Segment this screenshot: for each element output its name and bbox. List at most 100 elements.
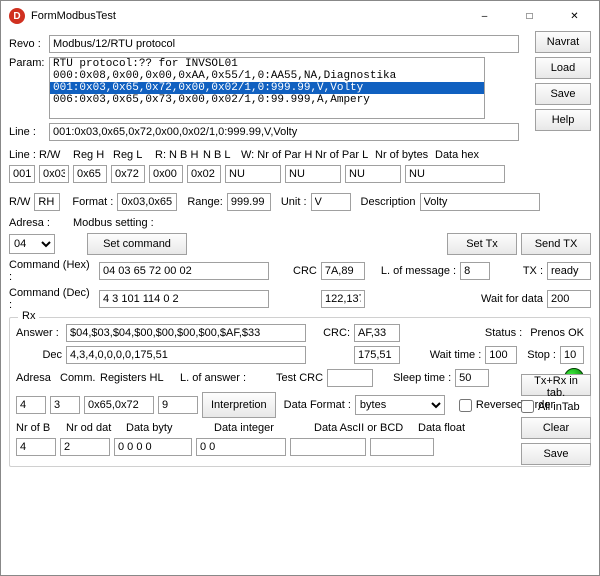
crc-label: CRC — [293, 265, 317, 277]
wait-for-data-input[interactable] — [547, 290, 591, 308]
hdr-regh: Reg H — [73, 149, 113, 161]
range-input[interactable] — [227, 193, 271, 211]
send-tx-button[interactable]: Send TX — [521, 233, 591, 255]
interpretion-button[interactable]: Interpretion — [202, 392, 276, 418]
ascii-label: Data AscII or BCD — [314, 422, 414, 434]
hdr-rw: R/W — [39, 149, 73, 161]
hdr-line: Line : — [9, 149, 39, 161]
minimize-button[interactable]: – — [462, 2, 507, 30]
app-window: D FormModbusTest – □ ✕ Navrat Load Save … — [0, 0, 600, 576]
app-icon: D — [9, 8, 25, 24]
format-input[interactable] — [117, 193, 177, 211]
bottom-button-column: Tx+Rx in tab. All inTab Clear Save — [521, 374, 591, 465]
testcrc-label: Test CRC — [276, 372, 323, 384]
waittime-label: Wait time : — [430, 349, 482, 361]
grid-regh[interactable] — [73, 165, 107, 183]
rx-crc2-input[interactable] — [354, 346, 400, 364]
rw-label: R/W — [9, 196, 30, 208]
reg-comm-label: Comm. — [60, 372, 96, 384]
int-input[interactable] — [196, 438, 286, 456]
answer-input[interactable] — [66, 324, 306, 342]
description-input[interactable] — [420, 193, 540, 211]
all-in-tab-label: All inTab — [538, 401, 580, 413]
adresa-select[interactable]: 04 — [9, 234, 55, 254]
set-tx-button[interactable]: Set Tx — [447, 233, 517, 255]
all-in-tab-input[interactable] — [521, 400, 534, 413]
adresa-label: Adresa : — [9, 217, 69, 229]
command-hex-label: Command (Hex) : — [9, 259, 95, 283]
waittime-input[interactable] — [485, 346, 517, 364]
format-label: Format : — [72, 196, 113, 208]
grid-nrb[interactable] — [345, 165, 401, 183]
revo-label: Revo : — [9, 38, 45, 50]
wait-for-data-label: Wait for data — [481, 293, 543, 305]
lmsg-input[interactable] — [460, 262, 490, 280]
modbus-setting-label: Modbus setting : — [73, 217, 154, 229]
grid-wparl[interactable] — [285, 165, 341, 183]
grid-regl[interactable] — [111, 165, 145, 183]
crc-input[interactable] — [321, 262, 365, 280]
grid-nbh[interactable] — [149, 165, 183, 183]
reg-reghl-input[interactable] — [84, 396, 154, 414]
param-list-item[interactable]: 006:0x03,0x65,0x73,0x00,0x02/1,0:99.999,… — [50, 94, 484, 106]
reg-lanswer-label: L. of answer : — [180, 372, 250, 384]
reg-lanswer-input[interactable] — [158, 396, 198, 414]
save-button[interactable]: Save — [535, 83, 591, 105]
all-in-tab-checkbox[interactable]: All inTab — [521, 400, 591, 413]
line-input[interactable] — [49, 123, 519, 141]
nrb-label: Nr of B — [16, 422, 62, 434]
float-input[interactable] — [370, 438, 434, 456]
stop-input[interactable] — [560, 346, 584, 364]
grid-nbl[interactable] — [187, 165, 221, 183]
reg-comm-input[interactable] — [50, 396, 80, 414]
tx-status-input[interactable] — [547, 262, 591, 280]
revo-input[interactable] — [49, 35, 519, 53]
load-button[interactable]: Load — [535, 57, 591, 79]
window-title: FormModbusTest — [31, 10, 462, 22]
titlebar: D FormModbusTest – □ ✕ — [1, 1, 599, 31]
reversed-order-input[interactable] — [459, 399, 472, 412]
param-list-item[interactable]: 000:0x08,0x00,0x00,0xAA,0x55/1,0:AA55,NA… — [50, 70, 484, 82]
nrb-input[interactable] — [16, 438, 56, 456]
unit-label: Unit : — [281, 196, 307, 208]
unit-input[interactable] — [311, 193, 351, 211]
clear-button[interactable]: Clear — [521, 417, 591, 439]
stop-label: Stop : — [527, 349, 556, 361]
reg-adresa-input[interactable] — [16, 396, 46, 414]
close-button[interactable]: ✕ — [552, 2, 597, 30]
param-list-item[interactable]: 001:0x03,0x65,0x72,0x00,0x02/1,0:999.99,… — [50, 82, 484, 94]
set-command-button[interactable]: Set command — [87, 233, 187, 255]
datafmt-select[interactable]: bytes — [355, 395, 445, 415]
help-button[interactable]: Help — [535, 109, 591, 131]
dec-input[interactable] — [66, 346, 306, 364]
nrod-input[interactable] — [60, 438, 110, 456]
ascii-input[interactable] — [290, 438, 366, 456]
command-hex-input[interactable] — [99, 262, 269, 280]
command-dec-input[interactable] — [99, 290, 269, 308]
hdr-regl: Reg L — [113, 149, 155, 161]
hdr-dhex: Data hex — [435, 149, 495, 161]
param-listbox[interactable]: RTU protocol:?? for INVSOL01000:0x08,0x0… — [49, 57, 485, 119]
grid-rw[interactable] — [39, 165, 69, 183]
reg-adresa-label: Adresa — [16, 372, 56, 384]
byty-input[interactable] — [114, 438, 192, 456]
txrx-in-tab-button[interactable]: Tx+Rx in tab. — [521, 374, 591, 396]
grid-line[interactable] — [9, 165, 35, 183]
testcrc-input[interactable] — [327, 369, 373, 387]
side-button-column: Navrat Load Save Help — [535, 31, 591, 131]
crc-dec-input[interactable] — [321, 290, 365, 308]
answer-label: Answer : — [16, 327, 62, 339]
sleep-input[interactable] — [455, 369, 489, 387]
param-list-item[interactable]: RTU protocol:?? for INVSOL01 — [50, 58, 484, 70]
rw-input[interactable] — [34, 193, 60, 211]
rx-group: Rx Answer : CRC: Status : Prenos OK Dec … — [9, 317, 591, 467]
grid-wparh[interactable] — [225, 165, 281, 183]
status-value: Prenos OK — [530, 327, 584, 339]
navrat-button[interactable]: Navrat — [535, 31, 591, 53]
maximize-button[interactable]: □ — [507, 2, 552, 30]
hdr-wparh: W: Nr of Par H — [241, 149, 315, 161]
grid-datahex[interactable] — [405, 165, 505, 183]
rx-crc1-input[interactable] — [354, 324, 400, 342]
save-bottom-button[interactable]: Save — [521, 443, 591, 465]
datafmt-label: Data Format : — [284, 399, 351, 411]
